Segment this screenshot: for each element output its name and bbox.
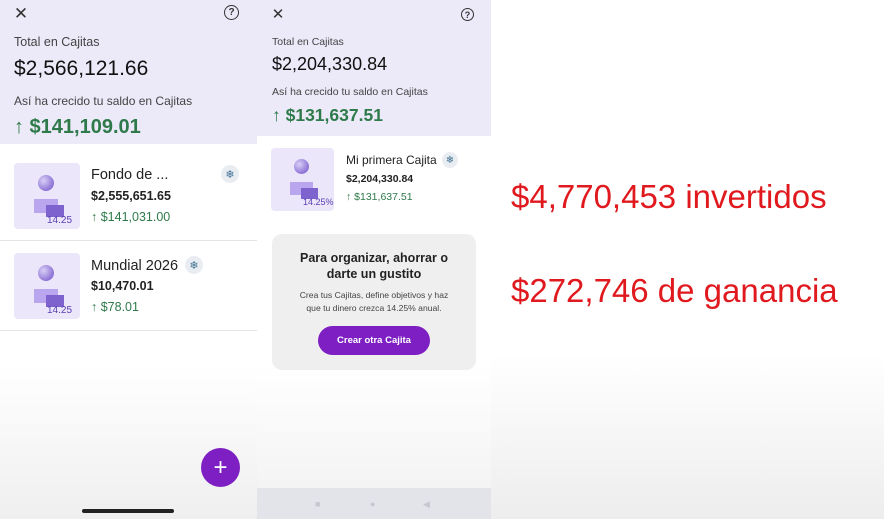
growth-label: Así ha crecido tu saldo en Cajitas	[14, 94, 193, 108]
cajita-gain: ↑ $141,031.00	[91, 210, 171, 224]
divider	[0, 330, 257, 331]
invested-total-text: $4,770,453 invertidos	[511, 178, 827, 215]
close-icon[interactable]: ✕	[270, 6, 286, 22]
profit-total-text: $272,746 de ganancia	[511, 272, 838, 309]
cajita-gain: ↑ $131,637.51	[346, 191, 413, 203]
rate-badge: 14.25%	[303, 197, 334, 207]
cajita-name: Mi primera Cajita	[346, 153, 437, 167]
add-cajita-button[interactable]: +	[201, 448, 240, 487]
growth-value: ↑ $131,637.51	[272, 105, 383, 125]
cajita-thumbnail: 14.25	[14, 163, 80, 229]
create-cajita-button[interactable]: Crear otra Cajita	[318, 326, 430, 355]
cajita-thumbnail: 14.25%	[271, 148, 334, 211]
summary-header: ✕ ? Total en Cajitas $2,204,330.84 Así h…	[257, 0, 491, 136]
plus-icon: +	[213, 453, 228, 481]
promo-title-line1: Para organizar, ahorrar o	[300, 251, 448, 265]
total-label: Total en Cajitas	[14, 35, 100, 49]
cajita-balance: $10,470.01	[91, 279, 154, 293]
promo-card: Para organizar, ahorrar o darte un gusti…	[272, 234, 476, 370]
snowflake-icon: ❄	[442, 152, 458, 168]
cajita-balance: $2,555,651.65	[91, 189, 171, 203]
cajita-name: Mundial 2026	[91, 258, 179, 274]
cajita-thumbnail: 14.25	[14, 253, 80, 319]
back-icon[interactable]: ◀	[423, 499, 430, 510]
summary-header: ✕ ? Total en Cajitas $2,566,121.66 Así h…	[0, 0, 257, 144]
promo-body-line1: Crea tus Cajitas, define objetivos y haz	[299, 290, 449, 300]
android-nav-bar: ■ ● ◀	[257, 488, 491, 519]
rate-badge: 14.25	[47, 305, 73, 316]
help-icon[interactable]: ?	[224, 5, 239, 20]
close-icon[interactable]: ✕	[12, 4, 30, 22]
growth-value: ↑ $141,109.01	[14, 116, 141, 138]
cajita-gain: ↑ $78.01	[91, 300, 139, 314]
snowflake-icon: ❄	[221, 165, 239, 183]
phone-screen-1: ✕ ? Total en Cajitas $2,566,121.66 Así h…	[0, 0, 257, 519]
home-indicator[interactable]	[82, 509, 174, 513]
growth-label: Así ha crecido tu saldo en Cajitas	[272, 86, 428, 98]
rate-badge: 14.25	[47, 215, 73, 226]
home-icon[interactable]: ●	[370, 499, 375, 509]
cajita-balance: $2,204,330.84	[346, 173, 414, 185]
promo-title-line2: darte un gustito	[326, 267, 422, 281]
promo-body-line2: que tu dinero crezca 14.25% anual.	[306, 303, 442, 313]
divider	[0, 240, 257, 241]
recents-icon[interactable]: ■	[315, 499, 320, 509]
total-value: $2,566,121.66	[14, 57, 149, 80]
cajita-name: Fondo de ...	[91, 167, 169, 183]
help-icon[interactable]: ?	[461, 8, 474, 21]
phone-screen-2: ✕ ? Total en Cajitas $2,204,330.84 Así h…	[257, 0, 491, 519]
total-value: $2,204,330.84	[272, 54, 388, 74]
snowflake-icon: ❄	[185, 256, 203, 274]
total-label: Total en Cajitas	[272, 36, 344, 48]
